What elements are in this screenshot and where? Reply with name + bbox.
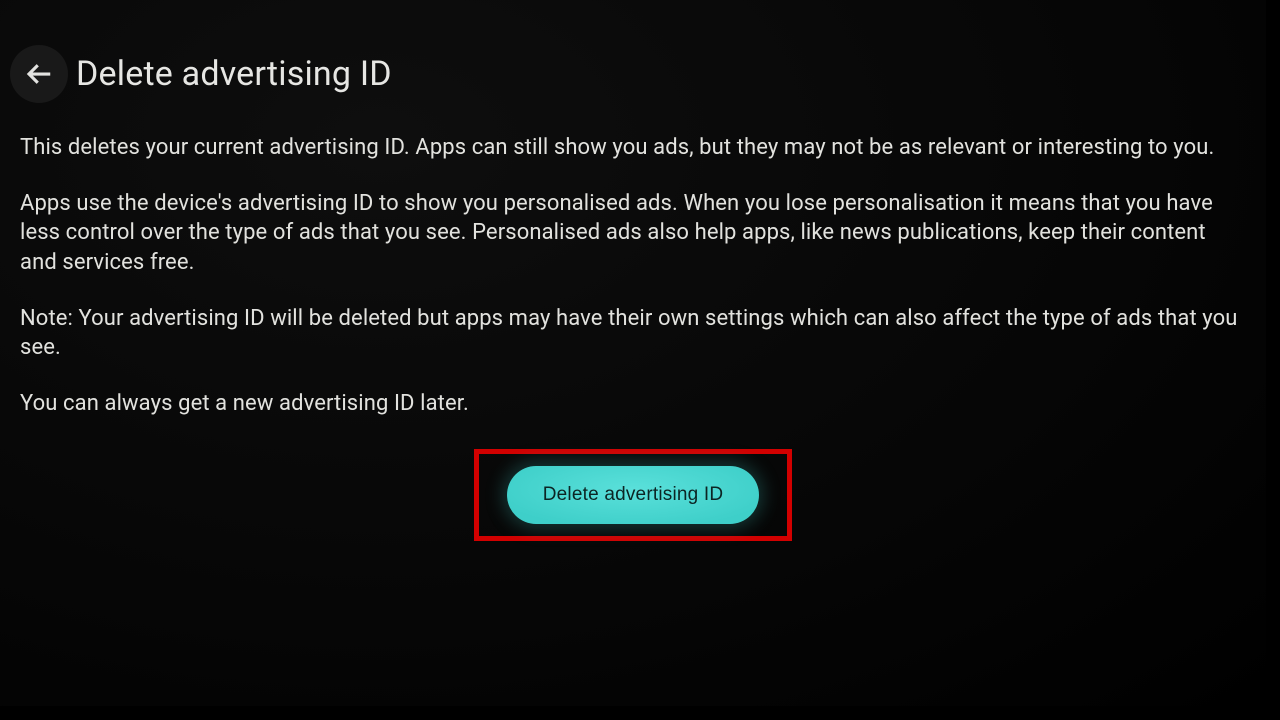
arrow-left-icon <box>24 59 54 89</box>
back-button[interactable] <box>10 45 68 103</box>
content-body: This deletes your current advertising ID… <box>0 133 1266 541</box>
page-title: Delete advertising ID <box>76 54 392 94</box>
description-paragraph-1: This deletes your current advertising ID… <box>20 133 1246 163</box>
settings-screen: Delete advertising ID This deletes your … <box>0 0 1266 706</box>
description-paragraph-2: Apps use the device's advertising ID to … <box>20 189 1246 278</box>
description-paragraph-4: You can always get a new advertising ID … <box>20 389 1246 419</box>
description-paragraph-3: Note: Your advertising ID will be delete… <box>20 304 1246 363</box>
delete-advertising-id-button[interactable]: Delete advertising ID <box>507 466 760 524</box>
header: Delete advertising ID <box>0 0 1266 133</box>
highlight-annotation: Delete advertising ID <box>474 449 793 541</box>
action-row: Delete advertising ID <box>20 449 1246 541</box>
